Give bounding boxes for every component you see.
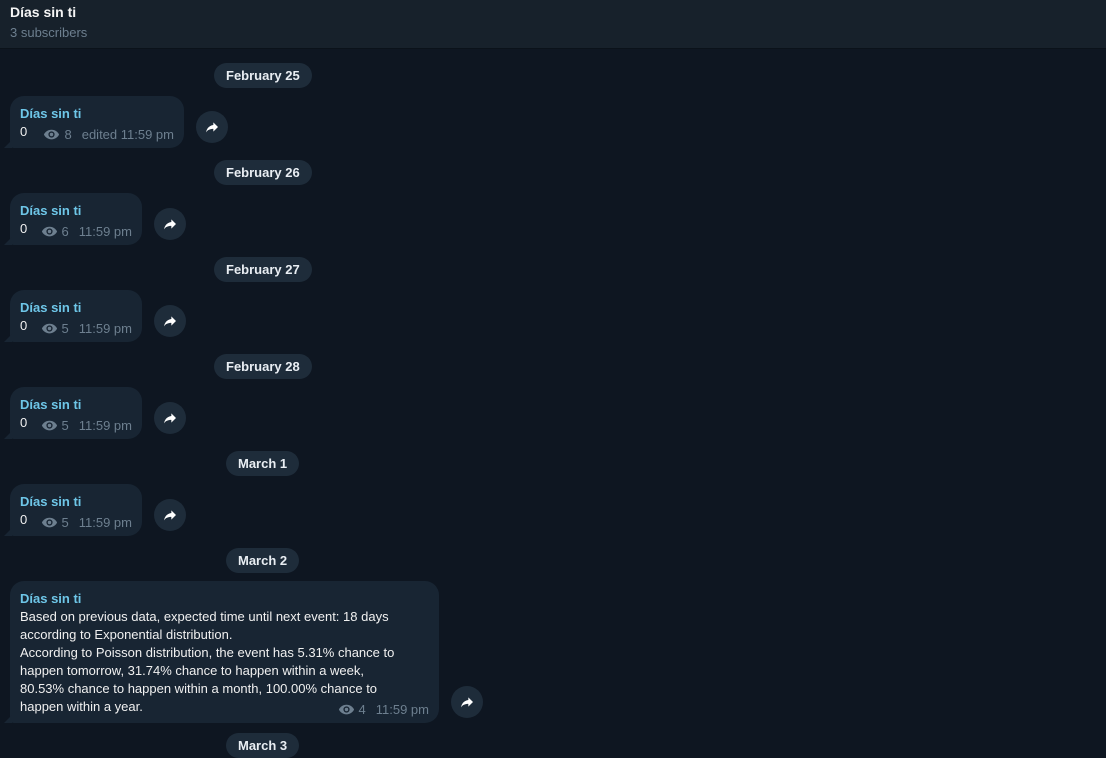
- view-count: 8: [64, 127, 72, 142]
- message-sender[interactable]: Días sin ti: [20, 299, 132, 317]
- message-meta: 5 11:59 pm: [41, 418, 132, 433]
- message-sender[interactable]: Días sin ti: [20, 105, 174, 123]
- message-bubble[interactable]: Días sin ti 0 8 edited 11:59 pm: [4, 96, 184, 148]
- message-bubble[interactable]: Días sin ti 0 5 11:59 pm: [4, 387, 142, 439]
- message-bubble[interactable]: Días sin ti 0 6 11:59 pm: [4, 193, 142, 245]
- message-time: 11:59 pm: [375, 702, 429, 717]
- bubble-tail: [4, 715, 12, 723]
- forward-arrow-icon: [164, 413, 176, 424]
- message-text: Based on previous data, expected time un…: [20, 609, 395, 714]
- forward-button[interactable]: [154, 208, 186, 240]
- bubble-tail: [4, 431, 12, 439]
- message-time: edited 11:59 pm: [81, 127, 174, 142]
- view-count: 5: [61, 418, 69, 433]
- forward-button[interactable]: [154, 402, 186, 434]
- bubble-tail: [4, 140, 12, 148]
- message-sender[interactable]: Días sin ti: [20, 202, 132, 220]
- date-separator: March 3: [226, 733, 300, 758]
- forward-button[interactable]: [154, 499, 186, 531]
- view-count: 5: [61, 515, 69, 530]
- message-sender[interactable]: Días sin ti: [20, 493, 132, 511]
- date-separator: February 25: [214, 63, 312, 88]
- message-sender[interactable]: Días sin ti: [20, 590, 429, 608]
- forward-button[interactable]: [154, 305, 186, 337]
- forward-button[interactable]: [451, 686, 483, 718]
- message-meta: 4 11:59 pm: [338, 702, 429, 717]
- eye-icon: [41, 420, 57, 431]
- eye-icon: [41, 323, 57, 334]
- forward-button[interactable]: [196, 111, 228, 143]
- view-count: 5: [61, 321, 69, 336]
- message-meta: 5 11:59 pm: [41, 321, 132, 336]
- date-separator: February 27: [214, 257, 312, 282]
- view-count: 4: [358, 702, 366, 717]
- message-bubble[interactable]: Días sin ti 0 5 11:59 pm: [4, 484, 142, 536]
- message-time: 11:59 pm: [78, 321, 132, 336]
- message-bubble[interactable]: Días sin ti 0 5 11:59 pm: [4, 290, 142, 342]
- bubble-tail: [4, 334, 12, 342]
- eye-icon: [338, 704, 354, 715]
- date-separator: February 26: [214, 160, 312, 185]
- message-time: 11:59 pm: [78, 418, 132, 433]
- eye-icon: [41, 517, 57, 528]
- forward-arrow-icon: [206, 122, 218, 133]
- date-separator: March 2: [226, 548, 300, 573]
- forward-arrow-icon: [164, 316, 176, 327]
- message-sender[interactable]: Días sin ti: [20, 396, 132, 414]
- bubble-tail: [4, 528, 12, 536]
- date-separator: March 1: [226, 451, 300, 476]
- forward-arrow-icon: [164, 510, 176, 521]
- bubble-tail: [4, 237, 12, 245]
- message-bubble[interactable]: Días sin ti Based on previous data, expe…: [4, 581, 439, 723]
- date-separator: February 28: [214, 354, 312, 379]
- eye-icon: [44, 129, 60, 140]
- channel-title[interactable]: Días sin ti: [10, 4, 76, 20]
- subscriber-count: 3 subscribers: [10, 25, 88, 40]
- eye-icon: [41, 226, 57, 237]
- message-meta: 8 edited 11:59 pm: [43, 127, 174, 142]
- channel-header[interactable]: Días sin ti 3 subscribers: [0, 0, 1106, 49]
- view-count: 6: [61, 224, 69, 239]
- forward-arrow-icon: [164, 219, 176, 230]
- message-meta: 5 11:59 pm: [41, 515, 132, 530]
- forward-arrow-icon: [461, 697, 473, 708]
- message-time: 11:59 pm: [78, 515, 132, 530]
- message-meta: 6 11:59 pm: [41, 224, 132, 239]
- message-time: 11:59 pm: [78, 224, 132, 239]
